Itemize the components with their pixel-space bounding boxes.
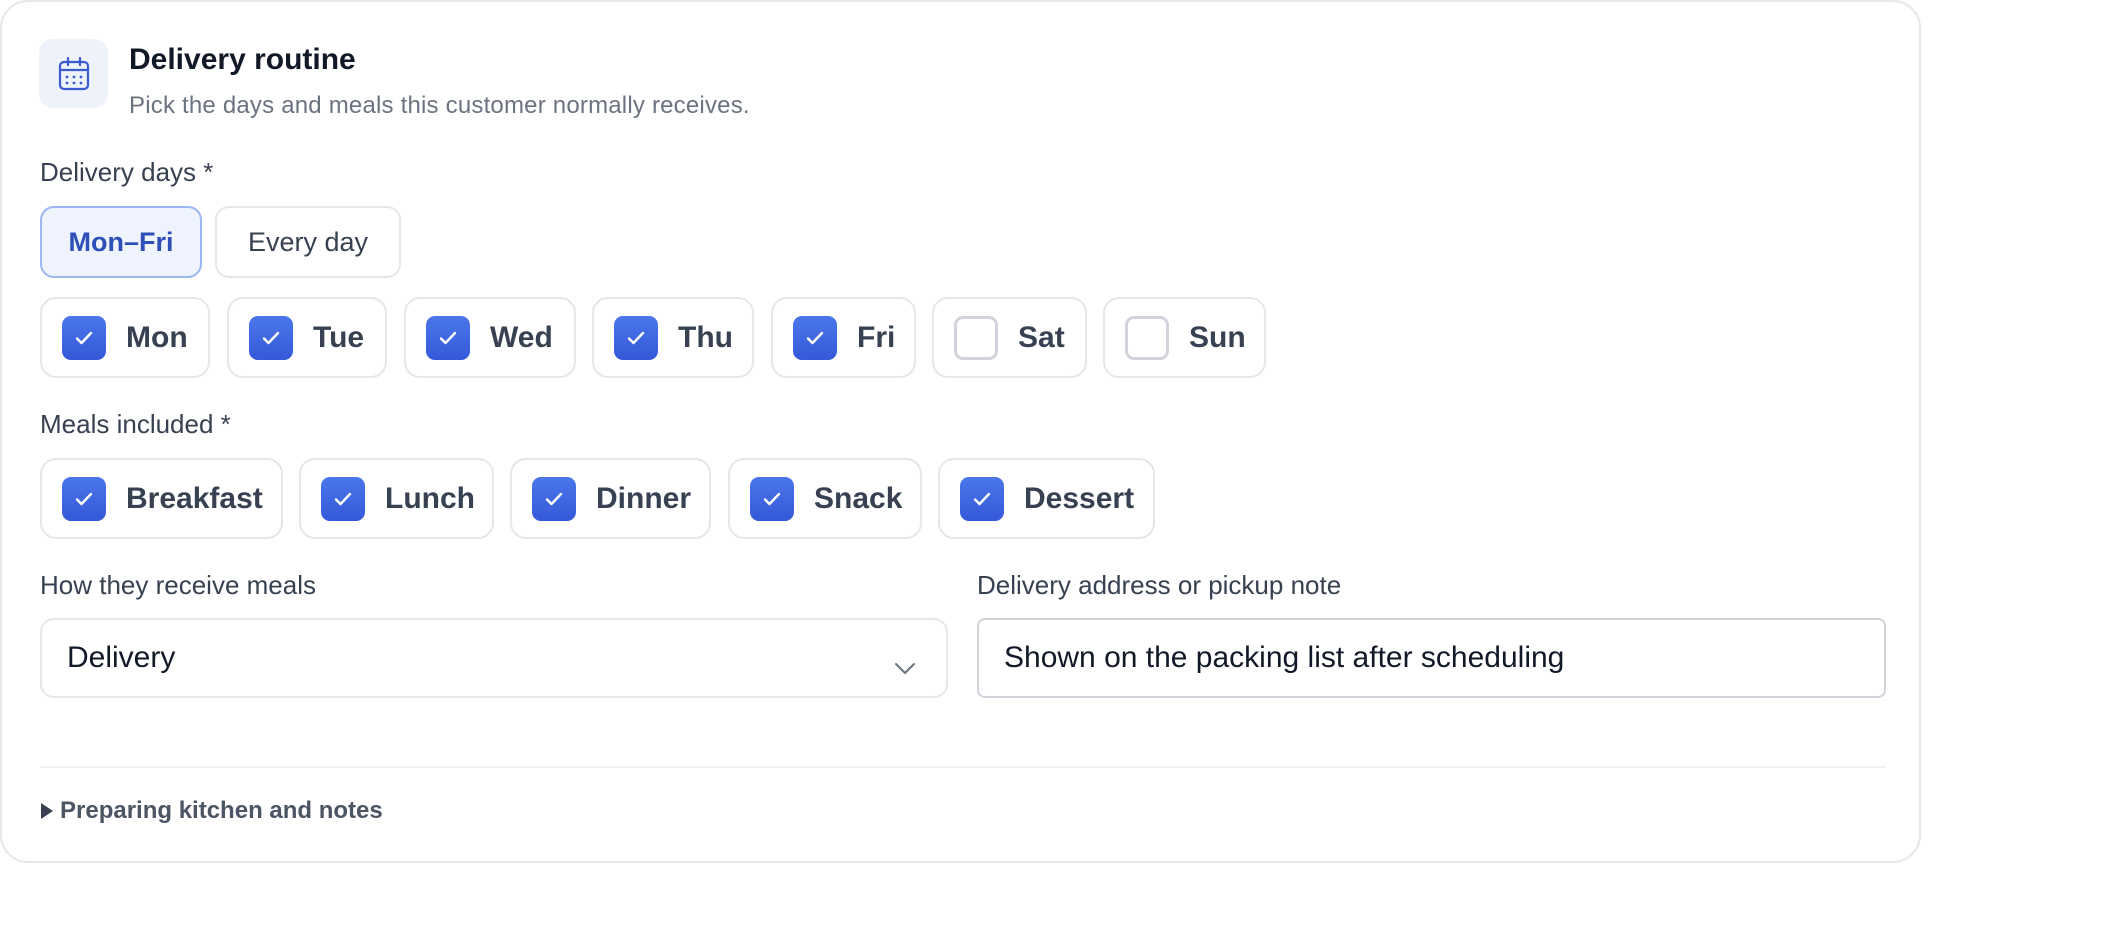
kitchen-notes-toggle[interactable]: Preparing kitchen and notes [40, 797, 383, 825]
meal-label: Dinner [596, 481, 692, 515]
day-tue-checkbox[interactable]: Tue [227, 297, 387, 378]
meal-label: Lunch [385, 481, 475, 515]
calendar-icon [39, 39, 108, 108]
address-label: Delivery address or pickup note [977, 570, 1342, 600]
card-title: Delivery routine [129, 43, 356, 76]
preset-mon-fri-button[interactable]: Mon–Fri [40, 206, 202, 278]
meal-snack-checkbox[interactable]: Snack [728, 458, 922, 539]
checkmark-icon [249, 315, 293, 360]
meal-label: Dessert [1024, 481, 1135, 515]
checkmark-icon [62, 315, 106, 360]
day-label: Sun [1189, 320, 1246, 354]
delivery-days-label: Delivery days * [40, 157, 214, 187]
delivery-routine-card: Delivery routine Pick the days and meals… [0, 0, 1921, 863]
checkmark-icon [426, 315, 470, 360]
day-wed-checkbox[interactable]: Wed [404, 297, 576, 378]
receive-label: How they receive meals [40, 570, 316, 600]
day-fri-checkbox[interactable]: Fri [771, 297, 916, 378]
meal-dessert-checkbox[interactable]: Dessert [938, 458, 1155, 539]
chevron-down-icon [894, 650, 916, 684]
day-mon-checkbox[interactable]: Mon [40, 297, 210, 378]
day-label: Mon [126, 320, 188, 354]
meal-breakfast-checkbox[interactable]: Breakfast [40, 458, 283, 539]
day-label: Wed [490, 320, 553, 354]
checkmark-icon [614, 315, 658, 360]
address-input[interactable]: Shown on the packing list after scheduli… [977, 618, 1886, 698]
checkmark-icon [750, 476, 794, 521]
meals-label: Meals included * [40, 409, 231, 439]
card-subtitle: Pick the days and meals this customer no… [129, 92, 750, 119]
day-sat-checkbox[interactable]: Sat [932, 297, 1087, 378]
day-thu-checkbox[interactable]: Thu [592, 297, 754, 378]
receive-method-value: Delivery [67, 641, 176, 674]
day-label: Tue [313, 320, 365, 354]
meal-lunch-checkbox[interactable]: Lunch [299, 458, 494, 539]
meal-label: Snack [814, 481, 903, 515]
checkmark-icon [960, 476, 1004, 521]
meal-dinner-checkbox[interactable]: Dinner [510, 458, 711, 539]
divider [40, 766, 1886, 768]
unchecked-box-icon [1125, 315, 1169, 360]
meal-label: Breakfast [126, 481, 263, 515]
day-label: Fri [857, 320, 896, 354]
checkmark-icon [321, 476, 365, 521]
address-input-placeholder: Shown on the packing list after scheduli… [1004, 641, 1565, 674]
checkmark-icon [532, 476, 576, 521]
day-label: Thu [678, 320, 733, 354]
day-label: Sat [1018, 320, 1065, 354]
preset-every-day-button[interactable]: Every day [215, 206, 401, 278]
kitchen-notes-label: Preparing kitchen and notes [60, 797, 383, 824]
receive-method-select[interactable]: Delivery [40, 618, 948, 698]
disclosure-triangle-icon [40, 802, 54, 820]
checkmark-icon [62, 476, 106, 521]
checkmark-icon [793, 315, 837, 360]
day-sun-checkbox[interactable]: Sun [1103, 297, 1266, 378]
unchecked-box-icon [954, 315, 998, 360]
